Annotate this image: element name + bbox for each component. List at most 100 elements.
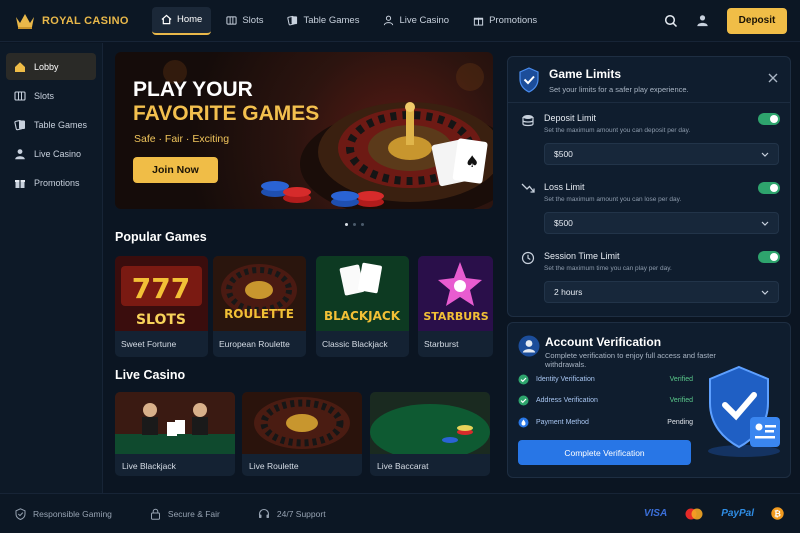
session-limit-select[interactable]: 2 hours bbox=[544, 281, 779, 303]
footer-support[interactable]: 24/7 Support bbox=[258, 508, 326, 520]
game-thumbnail: 777 SLOTS bbox=[115, 256, 208, 331]
game-art-text: BLACKJACK bbox=[324, 309, 401, 323]
hero-banner[interactable]: ♠ PLAY YOUR FAVORITE GAMES Safe · Fair ·… bbox=[115, 52, 493, 209]
user-icon[interactable] bbox=[696, 14, 709, 27]
game-art-text: SLOTS bbox=[136, 312, 186, 328]
main-content: ♠ PLAY YOUR FAVORITE GAMES Safe · Fair ·… bbox=[103, 43, 500, 493]
game-art-text: ROULETTE bbox=[224, 307, 294, 321]
carousel-dot[interactable] bbox=[353, 223, 356, 226]
mastercard-logo bbox=[684, 508, 704, 520]
headset-icon bbox=[258, 508, 270, 520]
sidebar-item-label: Promotions bbox=[34, 177, 80, 188]
live-card-roulette[interactable]: Live Roulette bbox=[242, 392, 362, 476]
svg-text:777: 777 bbox=[132, 272, 190, 305]
game-name: European Roulette bbox=[219, 339, 290, 349]
live-card-baccarat[interactable]: Live Baccarat bbox=[370, 392, 490, 476]
chevron-down-icon bbox=[761, 290, 769, 295]
footer-label: Responsible Gaming bbox=[33, 508, 112, 519]
game-limits-panel: Game Limits Set your limits for a safer … bbox=[507, 56, 791, 317]
home-icon bbox=[161, 14, 172, 25]
complete-verification-button[interactable]: Complete Verification bbox=[518, 440, 691, 465]
home-icon bbox=[14, 61, 26, 73]
chevron-down-icon bbox=[761, 221, 769, 226]
sidebar-item-label: Table Games bbox=[34, 119, 88, 130]
person-icon bbox=[383, 15, 394, 26]
loss-limit-label: Loss Limit bbox=[544, 182, 585, 192]
game-card-classic-blackjack[interactable]: BLACKJACK Classic Blackjack bbox=[316, 256, 409, 357]
session-limit-label: Session Time Limit bbox=[544, 251, 620, 261]
svg-text:₿: ₿ bbox=[774, 509, 781, 520]
game-limits-subtitle: Set your limits for a safer play experie… bbox=[549, 85, 689, 94]
nav-label: Home bbox=[177, 14, 203, 25]
coins-icon bbox=[521, 114, 535, 127]
sidebar-item-promotions[interactable]: Promotions bbox=[6, 169, 96, 196]
verification-item-label: Address Verification bbox=[536, 396, 598, 404]
game-card-starburst[interactable]: STARBURS Starburst bbox=[418, 256, 493, 357]
game-thumbnail: BLACKJACK bbox=[316, 256, 409, 331]
slots-icon bbox=[14, 90, 26, 102]
main-nav: Home Slots Table Games Live Casino Promo… bbox=[150, 6, 546, 35]
search-icon[interactable] bbox=[664, 14, 678, 28]
live-game-name: Live Baccarat bbox=[377, 461, 429, 471]
session-limit-toggle[interactable] bbox=[758, 251, 780, 263]
sidebar-item-lobby[interactable]: Lobby bbox=[6, 53, 96, 80]
gift-icon bbox=[473, 15, 484, 26]
carousel-dot[interactable] bbox=[361, 223, 364, 226]
nav-promotions[interactable]: Promotions bbox=[464, 7, 546, 35]
live-game-name: Live Blackjack bbox=[122, 461, 176, 471]
loss-limit-desc: Set the maximum amount you can lose per … bbox=[544, 196, 682, 203]
nav-home[interactable]: Home bbox=[152, 6, 212, 35]
footer-responsible-gaming[interactable]: Responsible Gaming bbox=[15, 507, 112, 520]
nav-live-casino[interactable]: Live Casino bbox=[374, 7, 458, 35]
check-circle-icon bbox=[518, 374, 529, 385]
check-circle-icon bbox=[518, 395, 529, 406]
live-card-blackjack[interactable]: Live Blackjack bbox=[115, 392, 235, 476]
pending-drop-icon bbox=[518, 417, 529, 428]
nav-slots[interactable]: Slots bbox=[217, 7, 272, 35]
game-art-text: STARBURS bbox=[423, 310, 488, 323]
sidebar-item-label: Lobby bbox=[34, 61, 59, 72]
hero-title-line2: FAVORITE GAMES bbox=[133, 102, 320, 125]
deposit-button[interactable]: Deposit bbox=[727, 7, 787, 34]
footer-label: 24/7 Support bbox=[276, 508, 326, 519]
game-thumbnail bbox=[370, 392, 490, 454]
footer: Responsible Gaming Secure & Fair 24/7 Su… bbox=[0, 493, 800, 533]
hero-title-line1: PLAY YOUR bbox=[133, 78, 253, 101]
nav-table-games[interactable]: Table Games bbox=[278, 7, 368, 35]
deposit-limit-label: Deposit Limit bbox=[544, 113, 597, 123]
deposit-limit-select[interactable]: $500 bbox=[544, 143, 779, 165]
game-card-sweet-fortune[interactable]: 777 SLOTS Sweet Fortune bbox=[115, 256, 208, 357]
join-now-button[interactable]: Join Now bbox=[133, 157, 218, 183]
nav-label: Slots bbox=[242, 15, 264, 26]
sidebar-item-table-games[interactable]: Table Games bbox=[6, 111, 96, 138]
popular-games-title: Popular Games bbox=[115, 230, 207, 244]
verification-status: Verified bbox=[669, 375, 693, 383]
nav-label: Promotions bbox=[489, 15, 538, 26]
verification-item-identity: Identity Verification Verified bbox=[518, 372, 693, 386]
verification-item-label: Payment Method bbox=[536, 418, 589, 426]
svg-text:♠: ♠ bbox=[465, 152, 479, 171]
game-name: Classic Blackjack bbox=[322, 339, 388, 349]
sidebar-item-live-casino[interactable]: Live Casino bbox=[6, 140, 96, 167]
close-icon[interactable] bbox=[768, 73, 778, 83]
divider bbox=[508, 102, 790, 103]
loss-limit-toggle[interactable] bbox=[758, 182, 780, 194]
verification-title: Account Verification bbox=[545, 335, 662, 349]
deposit-limit-toggle[interactable] bbox=[758, 113, 780, 125]
brand[interactable]: ROYAL CASINO bbox=[0, 12, 150, 30]
cards-icon bbox=[14, 119, 26, 131]
game-card-european-roulette[interactable]: ROULETTE European Roulette bbox=[213, 256, 306, 357]
carousel-dots bbox=[345, 223, 364, 226]
carousel-dot[interactable] bbox=[345, 223, 348, 226]
visa-logo: VISA bbox=[643, 508, 668, 519]
payment-methods: VISA PayPal ₿ bbox=[644, 507, 800, 520]
footer-secure-fair[interactable]: Secure & Fair bbox=[150, 508, 220, 520]
header-actions: Deposit bbox=[664, 7, 800, 34]
session-limit-desc: Set the maximum time you can play per da… bbox=[544, 265, 672, 272]
verification-item-payment: Payment Method Pending bbox=[518, 415, 693, 429]
sidebar-item-slots[interactable]: Slots bbox=[6, 82, 96, 109]
loss-limit-select[interactable]: $500 bbox=[544, 212, 779, 234]
verified-shield-icon bbox=[704, 363, 784, 458]
verification-status: Pending bbox=[667, 418, 693, 426]
game-thumbnail bbox=[115, 392, 235, 454]
